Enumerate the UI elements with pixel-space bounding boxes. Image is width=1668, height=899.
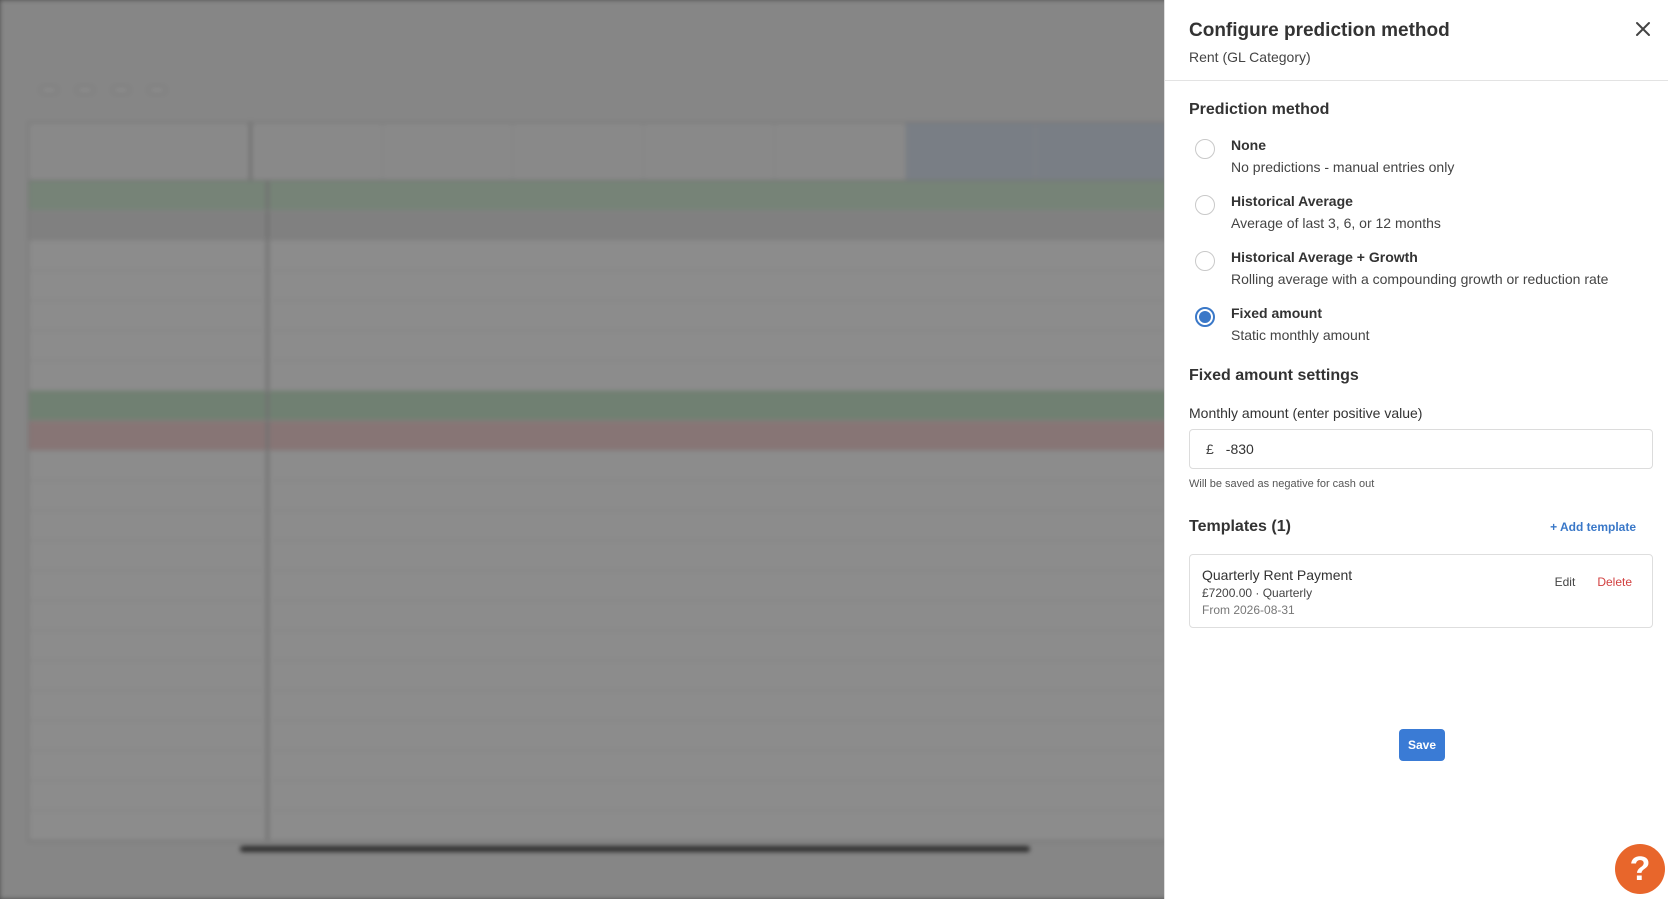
option-fixed-amount[interactable]: Fixed amount Static monthly amount [1189,305,1644,343]
option-description: Average of last 3, 6, or 12 months [1231,215,1441,231]
option-label: Historical Average + Growth [1231,249,1418,265]
drawer-title: Configure prediction method [1189,20,1450,41]
close-button[interactable] [1630,16,1656,42]
template-edit-button[interactable]: Edit [1555,575,1576,589]
template-start-date: From 2026-08-31 [1202,603,1295,617]
option-description: Rolling average with a compounding growt… [1231,271,1609,287]
monthly-amount-input[interactable] [1225,441,1626,457]
radio-historical-average-growth[interactable] [1195,251,1215,271]
option-label: Historical Average [1231,193,1353,209]
radio-none[interactable] [1195,139,1215,159]
option-label: None [1231,137,1266,153]
radio-fixed-amount[interactable] [1195,307,1215,327]
save-button[interactable]: Save [1399,729,1445,761]
option-none[interactable]: None No predictions - manual entries onl… [1189,137,1644,175]
prediction-drawer: Configure prediction method Rent (GL Cat… [1164,0,1668,899]
currency-symbol: £ [1206,441,1214,457]
help-button[interactable]: ? [1615,844,1665,894]
option-label: Fixed amount [1231,305,1323,321]
monthly-amount-label: Monthly amount (enter positive value) [1189,405,1423,421]
fixed-amount-settings-title: Fixed amount settings [1189,367,1359,384]
close-icon [1636,22,1650,36]
templates-title: Templates (1) [1189,518,1291,535]
radio-historical-average[interactable] [1195,195,1215,215]
template-delete-button[interactable]: Delete [1597,575,1632,589]
monthly-amount-field[interactable]: £ [1189,429,1653,469]
drawer-header: Configure prediction method Rent (GL Cat… [1165,0,1668,81]
option-historical-average-growth[interactable]: Historical Average + Growth Rolling aver… [1189,249,1644,287]
prediction-method-title: Prediction method [1189,101,1330,118]
option-historical-average[interactable]: Historical Average Average of last 3, 6,… [1189,193,1644,231]
option-description: Static monthly amount [1231,327,1370,343]
question-icon: ? [1629,849,1651,888]
add-template-link[interactable]: + Add template [1550,520,1636,534]
amount-hint: Will be saved as negative for cash out [1189,478,1375,490]
template-card: Quarterly Rent Payment £7200.00 · Quarte… [1189,554,1653,628]
drawer-subtitle: Rent (GL Category) [1189,49,1311,65]
option-description: No predictions - manual entries only [1231,159,1455,175]
